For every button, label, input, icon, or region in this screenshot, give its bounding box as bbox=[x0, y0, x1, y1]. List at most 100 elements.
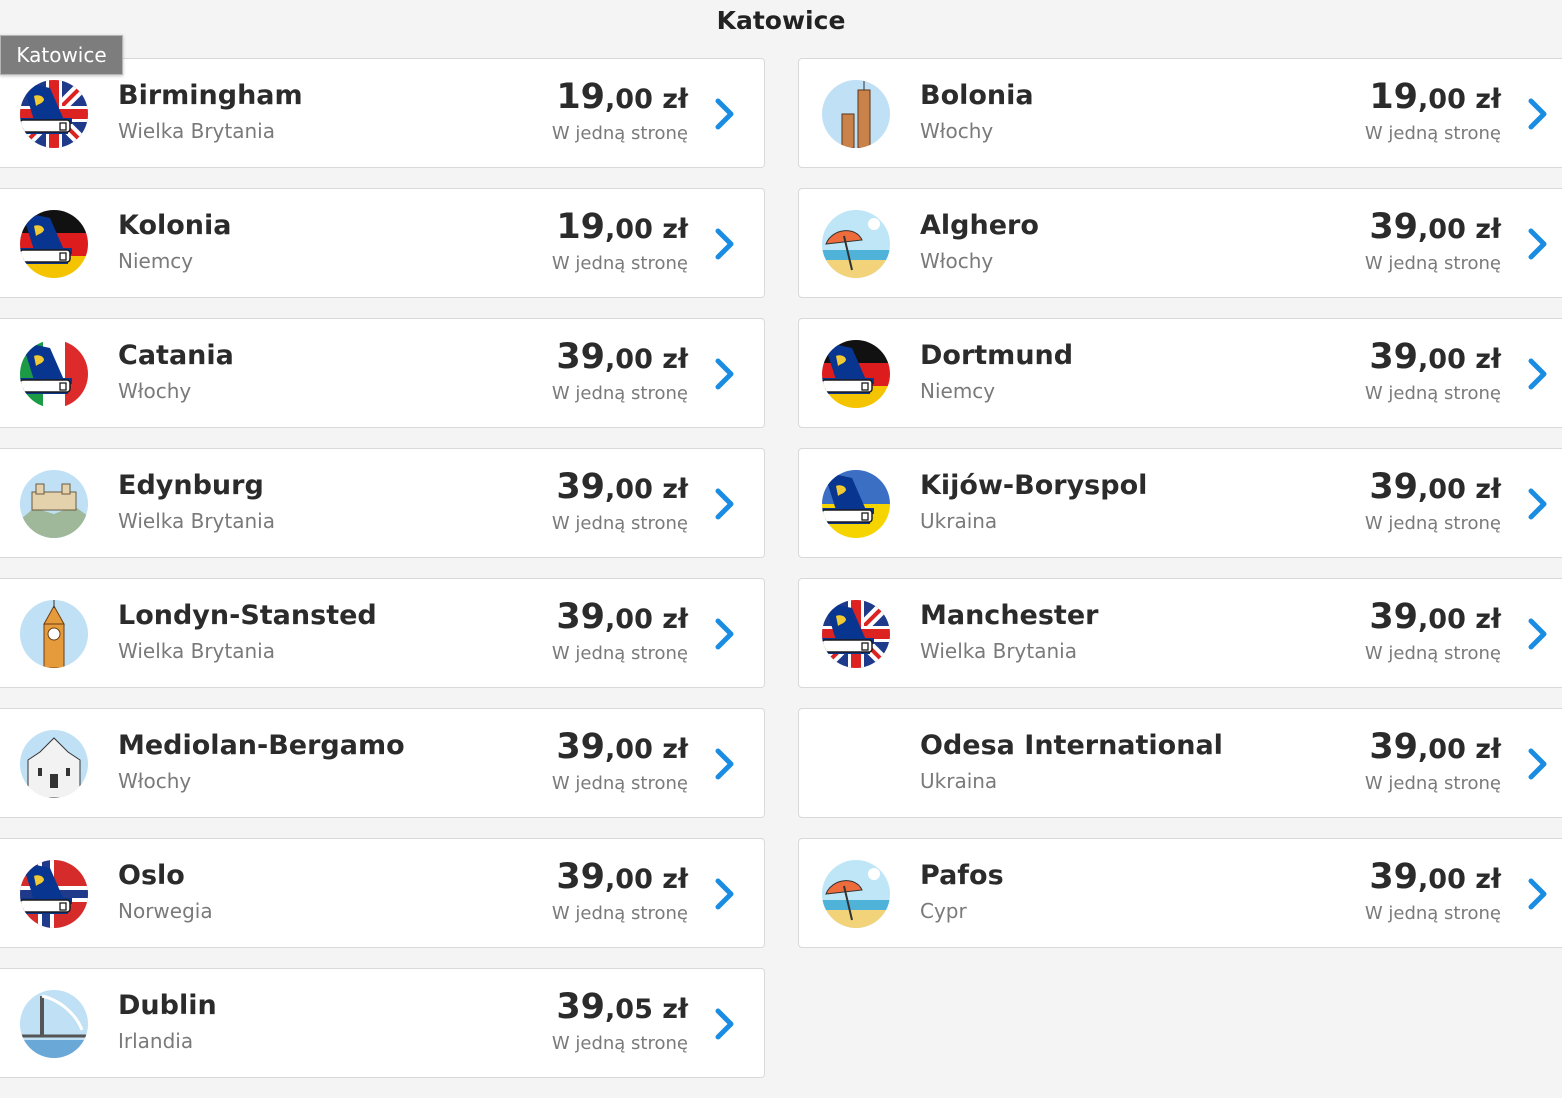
price-minor: ,00 zł bbox=[1418, 344, 1501, 375]
fare-type: W jedną stronę bbox=[551, 903, 688, 924]
price-minor: ,00 zł bbox=[605, 734, 688, 765]
price-minor: ,05 zł bbox=[605, 994, 688, 1025]
price-major: 39 bbox=[556, 727, 606, 767]
chevron-right-icon[interactable] bbox=[712, 747, 738, 781]
price-minor: ,00 zł bbox=[605, 474, 688, 505]
price-minor: ,00 zł bbox=[1418, 84, 1501, 115]
destination-card[interactable]: Edynburg Wielka Brytania 39,00 zł W jedn… bbox=[0, 448, 765, 558]
country-name: Wielka Brytania bbox=[118, 509, 275, 533]
price-major: 39 bbox=[1369, 857, 1419, 897]
destination-card[interactable]: Catania Włochy 39,00 zł W jedną stronę bbox=[0, 318, 765, 428]
destination-card[interactable]: Dublin Irlandia 39,05 zł W jedną stronę bbox=[0, 968, 765, 1078]
country-name: Włochy bbox=[118, 769, 192, 793]
beach-umbrella-icon bbox=[822, 210, 890, 278]
price: 19,00 zł bbox=[556, 207, 688, 247]
country-name: Niemcy bbox=[118, 249, 194, 273]
price-minor: ,00 zł bbox=[605, 864, 688, 895]
milan-cathedral-icon bbox=[20, 730, 88, 798]
chevron-right-icon[interactable] bbox=[1525, 357, 1551, 391]
city-name: Kolonia bbox=[118, 210, 232, 241]
fare-type: W jedną stronę bbox=[1364, 643, 1501, 664]
destination-card[interactable]: Londyn-Stansted Wielka Brytania 39,00 zł… bbox=[0, 578, 765, 688]
price-minor: ,00 zł bbox=[605, 214, 688, 245]
destination-card[interactable]: Odesa International Ukraina 39,00 zł W j… bbox=[798, 708, 1562, 818]
fare-type: W jedną stronę bbox=[551, 643, 688, 664]
ryanair-tail-germany-flag-icon bbox=[20, 210, 88, 278]
chevron-right-icon[interactable] bbox=[712, 877, 738, 911]
bologna-towers-icon bbox=[822, 80, 890, 148]
destination-card[interactable]: Pafos Cypr 39,00 zł W jedną stronę bbox=[798, 838, 1562, 948]
big-ben-icon bbox=[20, 600, 88, 668]
destination-card[interactable]: Mediolan-Bergamo Włochy 39,00 zł W jedną… bbox=[0, 708, 765, 818]
country-name: Włochy bbox=[920, 119, 994, 143]
country-name: Wielka Brytania bbox=[118, 639, 275, 663]
city-name: Bolonia bbox=[920, 80, 1034, 111]
country-name: Irlandia bbox=[118, 1029, 194, 1053]
chevron-right-icon[interactable] bbox=[712, 227, 738, 261]
ryanair-tail-ukraine-flag-icon bbox=[822, 470, 890, 538]
chevron-right-icon[interactable] bbox=[712, 617, 738, 651]
chevron-right-icon[interactable] bbox=[712, 357, 738, 391]
fare-type: W jedną stronę bbox=[1364, 383, 1501, 404]
price-major: 39 bbox=[1369, 727, 1419, 767]
price-minor: ,00 zł bbox=[605, 344, 688, 375]
chevron-right-icon[interactable] bbox=[712, 97, 738, 131]
price-major: 39 bbox=[556, 857, 606, 897]
price-minor: ,00 zł bbox=[1418, 734, 1501, 765]
price-major: 39 bbox=[1369, 207, 1419, 247]
destination-card[interactable]: Alghero Włochy 39,00 zł W jedną stronę bbox=[798, 188, 1562, 298]
chevron-right-icon[interactable] bbox=[1525, 97, 1551, 131]
dublin-bridge-icon bbox=[20, 990, 88, 1058]
ryanair-tail-uk-flag-icon bbox=[822, 600, 890, 668]
chevron-right-icon[interactable] bbox=[1525, 227, 1551, 261]
price-major: 39 bbox=[556, 467, 606, 507]
price: 39,00 zł bbox=[556, 597, 688, 637]
chevron-right-icon[interactable] bbox=[1525, 747, 1551, 781]
price: 39,00 zł bbox=[556, 857, 688, 897]
price: 39,00 zł bbox=[556, 727, 688, 767]
destination-card[interactable]: Oslo Norwegia 39,00 zł W jedną stronę bbox=[0, 838, 765, 948]
destination-card[interactable]: Kolonia Niemcy 19,00 zł W jedną stronę bbox=[0, 188, 765, 298]
price-minor: ,00 zł bbox=[605, 604, 688, 635]
destination-card[interactable]: Manchester Wielka Brytania 39,00 zł W je… bbox=[798, 578, 1562, 688]
price-minor: ,00 zł bbox=[1418, 604, 1501, 635]
price-minor: ,00 zł bbox=[1418, 864, 1501, 895]
fare-type: W jedną stronę bbox=[1364, 903, 1501, 924]
city-name: Edynburg bbox=[118, 470, 264, 501]
price: 19,00 zł bbox=[556, 77, 688, 117]
city-name: Mediolan-Bergamo bbox=[118, 730, 405, 761]
price: 39,00 zł bbox=[1369, 857, 1501, 897]
country-name: Norwegia bbox=[118, 899, 213, 923]
city-name: Londyn-Stansted bbox=[118, 600, 377, 631]
destination-card[interactable]: Dortmund Niemcy 39,00 zł W jedną stronę bbox=[798, 318, 1562, 428]
country-name: Cypr bbox=[920, 899, 967, 923]
country-name: Włochy bbox=[118, 379, 192, 403]
city-name: Alghero bbox=[920, 210, 1039, 241]
city-name: Birmingham bbox=[118, 80, 303, 111]
price-major: 39 bbox=[556, 337, 606, 377]
price-major: 39 bbox=[1369, 597, 1419, 637]
price-major: 39 bbox=[556, 597, 606, 637]
page-title: Katowice bbox=[716, 6, 846, 35]
fare-type: W jedną stronę bbox=[551, 1033, 688, 1054]
country-name: Wielka Brytania bbox=[118, 119, 275, 143]
destination-card[interactable]: Kijów-Boryspol Ukraina 39,00 zł W jedną … bbox=[798, 448, 1562, 558]
chevron-right-icon[interactable] bbox=[712, 487, 738, 521]
destination-card[interactable]: Bolonia Włochy 19,00 zł W jedną stronę bbox=[798, 58, 1562, 168]
price-major: 39 bbox=[1369, 467, 1419, 507]
country-name: Niemcy bbox=[920, 379, 996, 403]
ryanair-tail-norway-flag-icon bbox=[20, 860, 88, 928]
fare-type: W jedną stronę bbox=[551, 513, 688, 534]
price: 39,00 zł bbox=[1369, 597, 1501, 637]
chevron-right-icon[interactable] bbox=[712, 1007, 738, 1041]
chevron-right-icon[interactable] bbox=[1525, 487, 1551, 521]
price-major: 19 bbox=[1369, 77, 1419, 117]
fare-type: W jedną stronę bbox=[551, 123, 688, 144]
price: 39,00 zł bbox=[1369, 467, 1501, 507]
chevron-right-icon[interactable] bbox=[1525, 877, 1551, 911]
price-major: 19 bbox=[556, 77, 606, 117]
fare-type: W jedną stronę bbox=[551, 253, 688, 274]
city-name: Pafos bbox=[920, 860, 1004, 891]
chevron-right-icon[interactable] bbox=[1525, 617, 1551, 651]
price: 39,00 zł bbox=[556, 337, 688, 377]
